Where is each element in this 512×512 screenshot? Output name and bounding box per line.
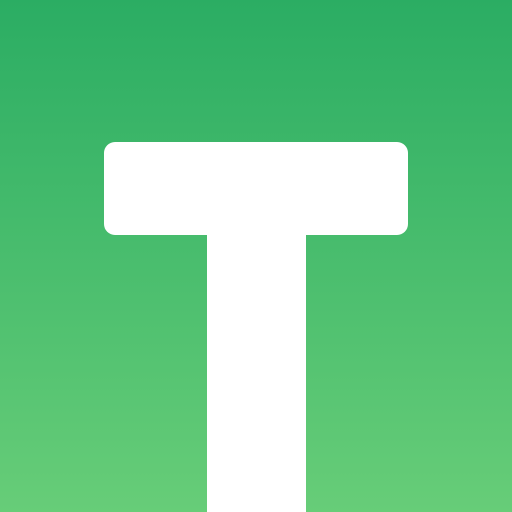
t-stem [207,225,306,512]
t-crossbar [104,142,408,235]
letter-t-logo-icon [0,0,512,512]
app-icon [0,0,512,512]
